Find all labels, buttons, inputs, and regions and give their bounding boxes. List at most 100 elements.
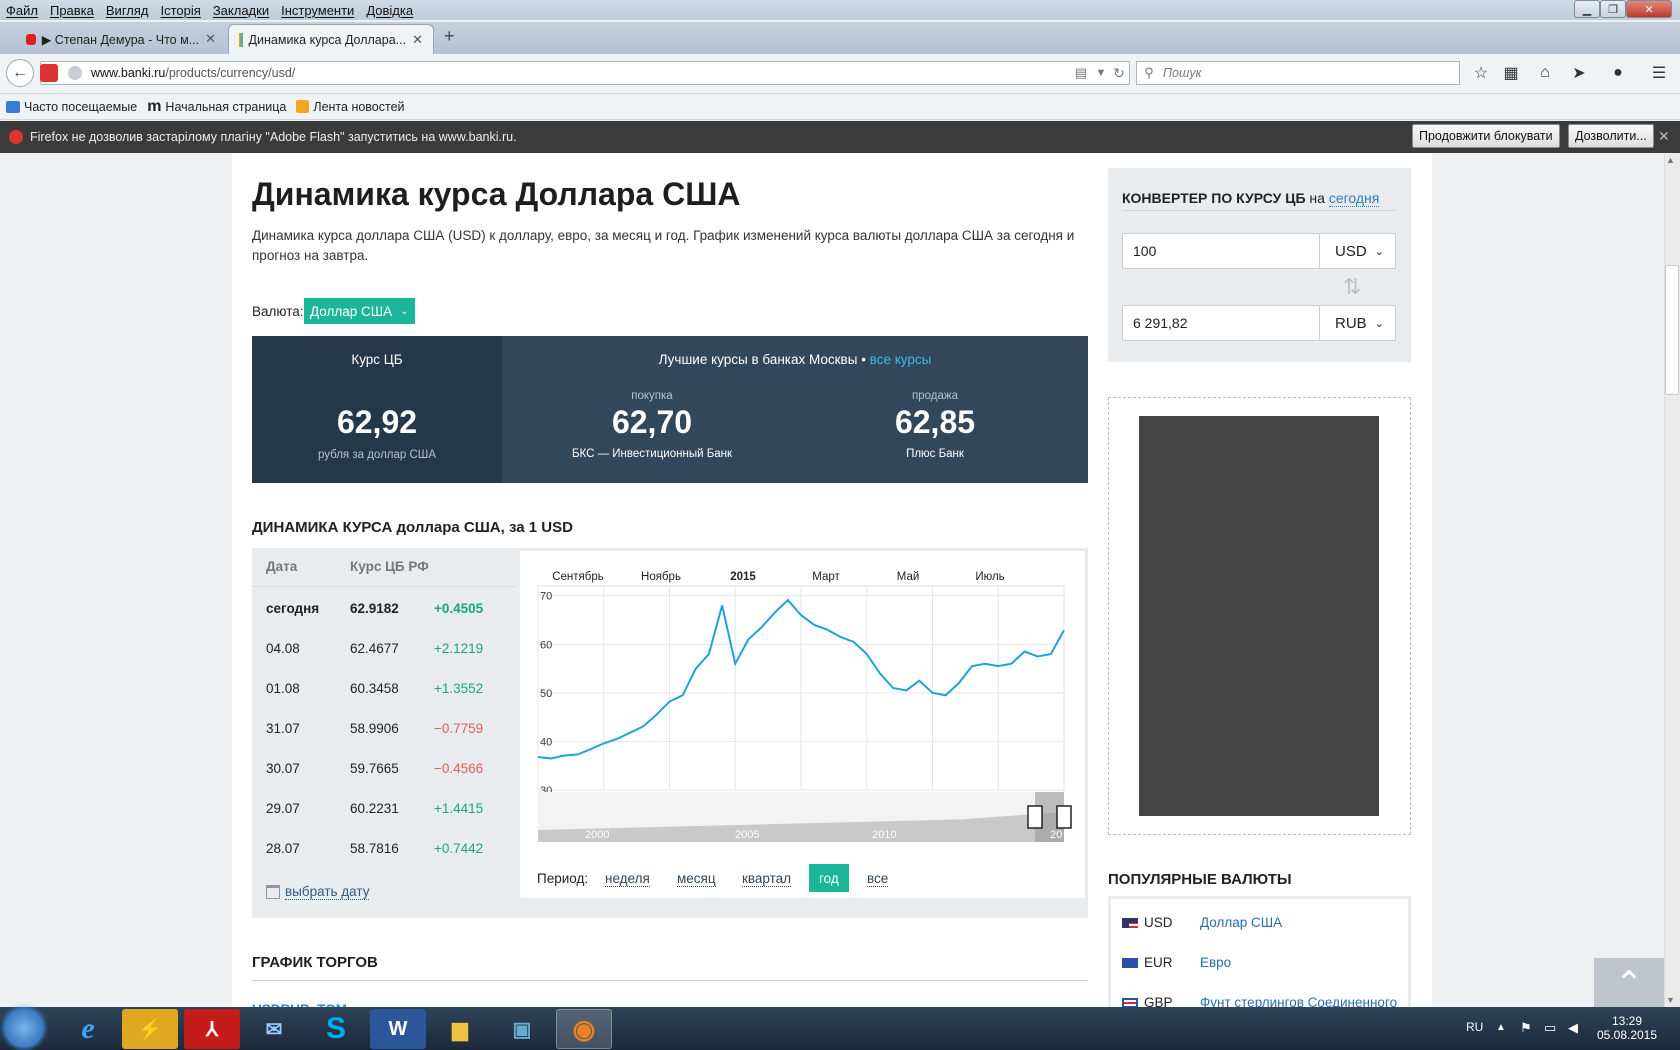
hamburger-menu-icon[interactable]: ☰ — [1648, 62, 1670, 84]
menu-history[interactable]: Історія — [155, 3, 207, 18]
thunderbird-icon[interactable]: ✉ — [246, 1009, 302, 1049]
url-bar[interactable]: www.banki.ru/products/currency/usd/ — [40, 61, 1130, 85]
close-notice-icon[interactable]: ✕ — [1658, 128, 1670, 145]
currency-name-link[interactable]: Евро — [1200, 955, 1231, 970]
period-1[interactable]: месяц — [677, 871, 716, 887]
amount-to-input[interactable]: 6 291,82 — [1122, 305, 1320, 341]
scroll-to-top-button[interactable]: ⌃ — [1594, 958, 1664, 1010]
us-flag-icon — [1122, 917, 1138, 928]
keep-blocking-button[interactable]: Продовжити блокувати — [1412, 124, 1560, 148]
calendar-icon — [266, 885, 280, 899]
bookmark-label: Начальная страница — [165, 99, 287, 114]
menu-tools[interactable]: Інструменти — [275, 3, 360, 18]
scroll-down-icon[interactable]: ▼ — [1666, 995, 1675, 1005]
menu-help[interactable]: Довідка — [360, 3, 419, 18]
tab-banki[interactable]: Динамика курса Доллара... ✕ — [228, 24, 434, 54]
navigator-year-label: 2000 — [585, 829, 609, 841]
ad-placeholder[interactable] — [1139, 416, 1379, 816]
site-info-icon[interactable] — [68, 66, 82, 80]
page-description: Динамика курса доллара США (USD) к долла… — [252, 226, 1088, 266]
all-rates-link[interactable]: все курсы — [870, 352, 932, 367]
ie-icon[interactable]: e — [60, 1009, 116, 1049]
cb-rate-value: 62,92 — [336, 404, 418, 440]
back-button[interactable]: ← — [6, 59, 34, 87]
row-rate: 58.9906 — [350, 721, 399, 736]
home-icon[interactable]: ⌂ — [1534, 62, 1556, 84]
minimize-button[interactable]: ▁ — [1574, 0, 1600, 18]
popular-item-eur[interactable]: EUR Евро — [1122, 955, 1231, 970]
navigator-year-label: 2010 — [872, 829, 896, 841]
period-0[interactable]: неделя — [605, 871, 650, 887]
search-input[interactable]: Пошук — [1136, 61, 1460, 85]
period-3[interactable]: год — [809, 864, 849, 892]
trading-divider — [252, 980, 1088, 981]
close-window-button[interactable]: ✕ — [1626, 0, 1672, 18]
explorer-icon[interactable]: ▆ — [432, 1009, 488, 1049]
pick-date-link[interactable]: выбрать дату — [266, 884, 370, 900]
reader-mode-icon[interactable]: ▤ — [1070, 62, 1092, 84]
network-icon[interactable]: ▭ — [1544, 1020, 1556, 1036]
new-tab-button[interactable]: + — [444, 26, 455, 47]
currency-from-select[interactable]: USD ⌄ — [1319, 233, 1396, 269]
buy-bank-link[interactable]: БКС — Инвестиционный Банк — [502, 448, 802, 460]
popular-item-usd[interactable]: USD Доллар США — [1122, 915, 1282, 930]
allow-plugin-button[interactable]: Дозволити... — [1568, 124, 1654, 148]
navigator-left-handle[interactable] — [1027, 805, 1043, 829]
navigator-right-handle[interactable] — [1056, 805, 1072, 829]
row-date: 31.07 — [266, 721, 300, 736]
action-center-flag-icon[interactable]: ⚑ — [1520, 1020, 1532, 1036]
scrollbar-thumb[interactable] — [1665, 265, 1679, 395]
close-tab-icon[interactable]: ✕ — [205, 31, 216, 47]
menu-edit[interactable]: Правка — [44, 3, 100, 18]
start-button[interactable] — [4, 1008, 44, 1048]
bookmark-star-icon[interactable]: ☆ — [1470, 62, 1492, 84]
menu-file[interactable]: Файл — [0, 3, 44, 18]
currency-label: Валюта: — [252, 304, 304, 319]
share-icon[interactable]: ➤ — [1568, 62, 1590, 84]
chat-icon[interactable]: ● — [1607, 62, 1629, 84]
currency-name-link[interactable]: Доллар США — [1200, 915, 1282, 930]
description-line: Динамика курса доллара США (USD) к долла… — [252, 228, 1075, 243]
buy-label: покупка — [631, 390, 673, 402]
plugin-blocked-icon[interactable] — [40, 64, 58, 82]
tab-youtube[interactable]: ▶ Степан Демура - Что м... ✕ — [16, 24, 226, 54]
bookmarks-list-icon[interactable]: ▦ — [1500, 62, 1522, 84]
bookmark-news-feed[interactable]: Лента новостей — [296, 100, 405, 114]
menu-view[interactable]: Вигляд — [100, 3, 155, 18]
period-2[interactable]: квартал — [742, 871, 792, 887]
tray-expand-icon[interactable]: ▲ — [1496, 1022, 1506, 1033]
cb-rate-caption: рубля за доллар США — [318, 449, 436, 461]
swap-arrows-icon[interactable]: ⇅ — [1343, 274, 1361, 300]
firefox-icon[interactable]: ◉ — [556, 1009, 612, 1049]
amount-from-input[interactable]: 100 — [1122, 233, 1320, 269]
word-icon[interactable]: W — [370, 1009, 426, 1049]
folder-icon — [6, 100, 20, 113]
scroll-up-icon[interactable]: ▲ — [1666, 155, 1675, 165]
converter-title-on: на — [1309, 190, 1325, 206]
volume-icon[interactable]: ◀ — [1568, 1020, 1578, 1036]
chevron-down-icon: ⌄ — [400, 305, 409, 317]
bookmark-start-page[interactable]: m Начальная страница — [147, 98, 286, 116]
sell-bank-link[interactable]: Плюс Банк — [785, 448, 1085, 460]
rate-line-chart[interactable]: 3040506070Сентябрь Ноябрь 2015 Март Май Июль2… — [530, 560, 1078, 850]
maximize-button[interactable]: ❐ — [1600, 0, 1626, 18]
tab-title: Динамика курса Доллара... — [248, 32, 407, 47]
language-indicator[interactable]: RU — [1466, 1020, 1483, 1034]
reload-icon[interactable]: ↻ — [1108, 62, 1130, 84]
y-tick-label: 40 — [540, 736, 552, 748]
best-rates-header: Лучшие курсы в банках Москвы • все курсы — [502, 352, 1088, 367]
menu-bookmarks[interactable]: Закладки — [207, 3, 275, 18]
x-tick-label: Май — [897, 571, 920, 583]
winamp-icon[interactable]: ⚡ — [122, 1009, 178, 1049]
skype-icon[interactable]: S — [308, 1009, 364, 1049]
clock[interactable]: 13:29 05.08.2015 — [1596, 1014, 1658, 1042]
currency-select[interactable]: Доллар США ⌄ — [304, 298, 415, 324]
floppy-app-icon[interactable]: ▣ — [494, 1009, 550, 1049]
period-4[interactable]: все — [867, 871, 889, 887]
converter-date-link[interactable]: сегодня — [1328, 190, 1380, 207]
acrobat-icon[interactable]: ⅄ — [184, 1009, 240, 1049]
row-rate: 60.3458 — [350, 681, 399, 696]
currency-to-select[interactable]: RUB ⌄ — [1319, 305, 1396, 341]
close-tab-icon[interactable]: ✕ — [412, 32, 423, 48]
bookmark-most-visited[interactable]: Часто посещаемые — [6, 100, 137, 114]
